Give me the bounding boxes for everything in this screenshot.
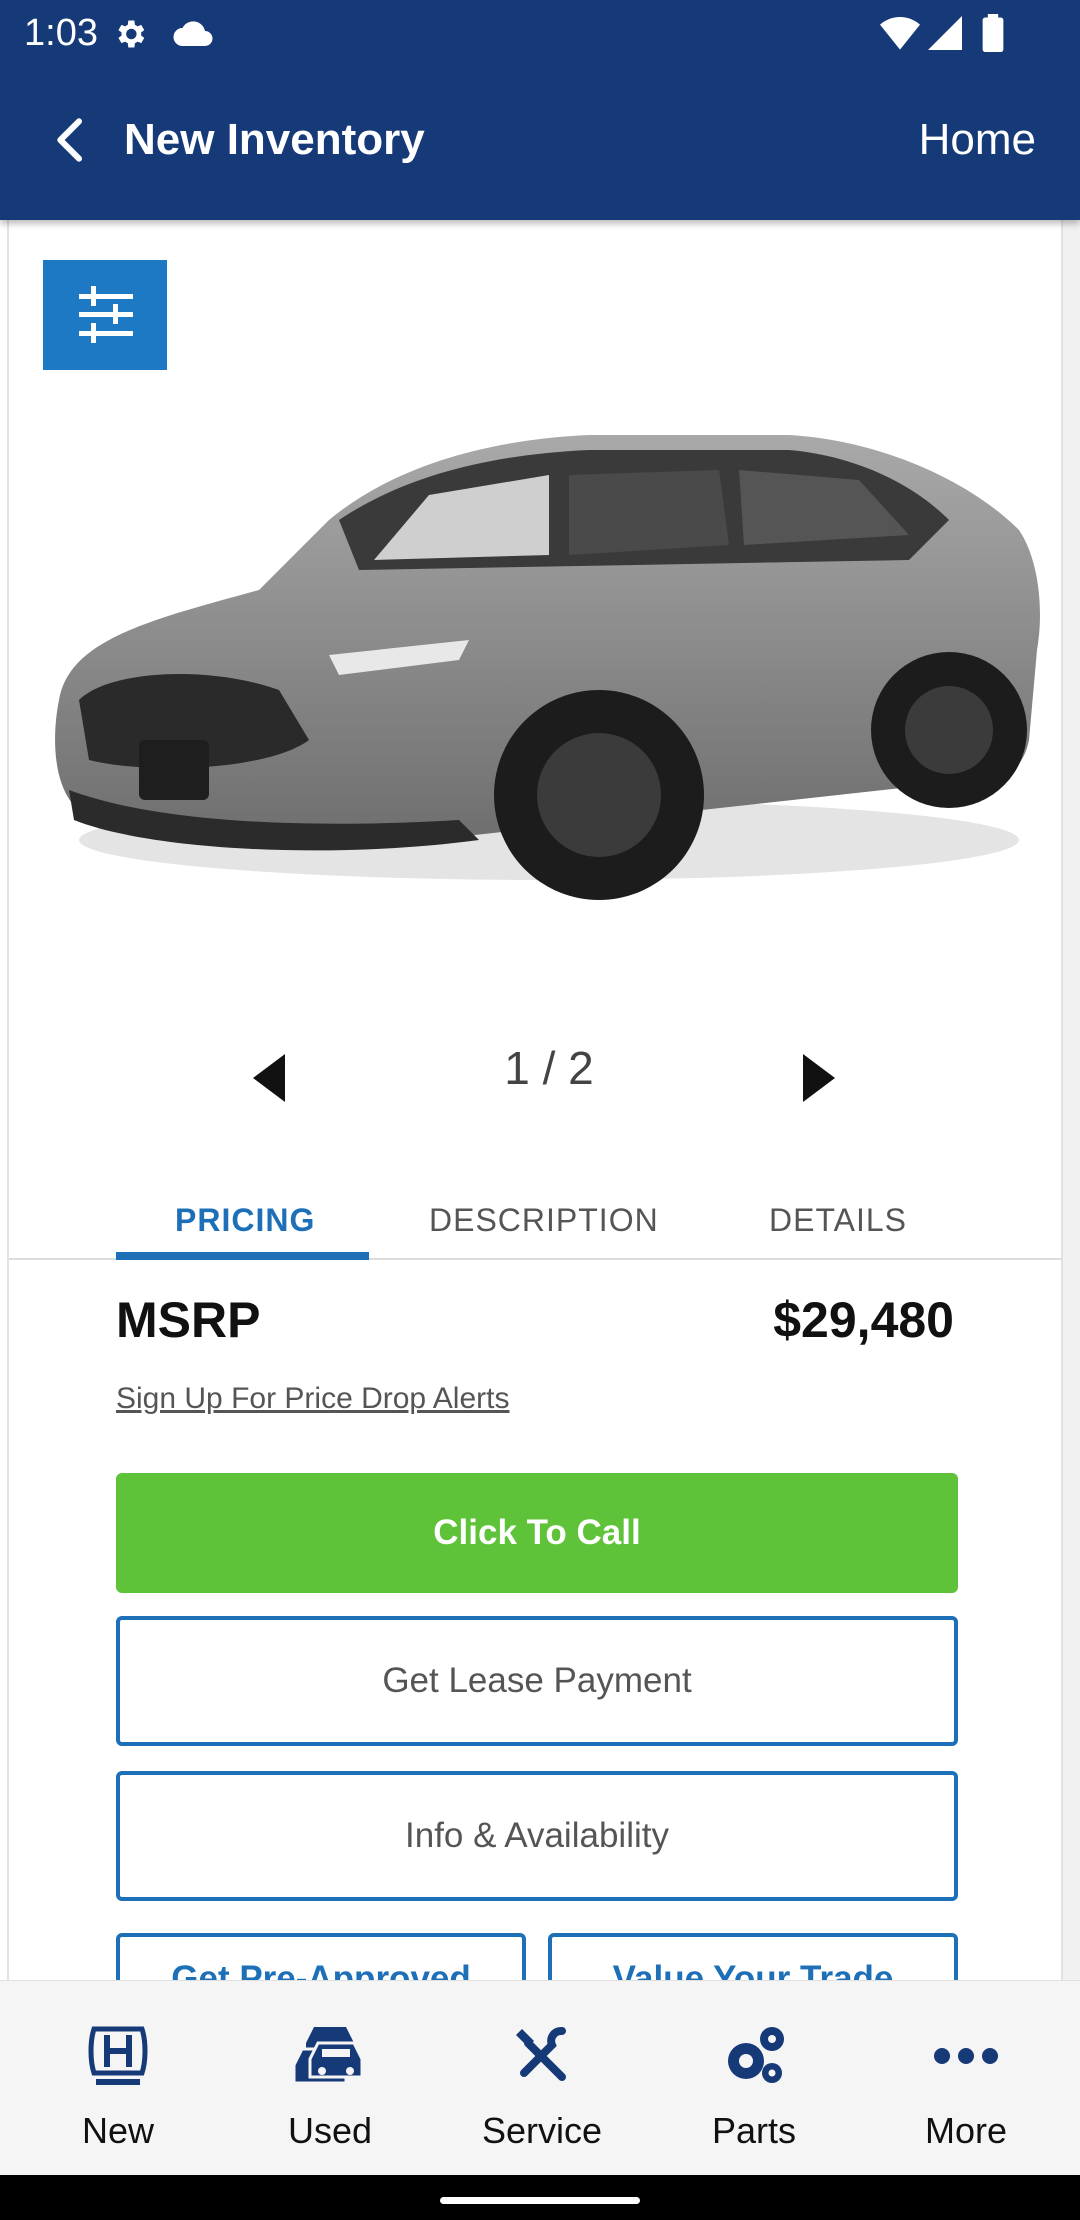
nav-service[interactable]: Service [434,1981,650,2176]
nav-label-new: New [81,2110,155,2151]
nav-label-parts: Parts [711,2110,797,2151]
tab-bar: PRICING DESCRIPTION DETAILS [9,1180,1061,1260]
bottom-navigation: New Used Service Parts More [0,1980,1080,2175]
previous-image-icon[interactable] [249,1050,289,1106]
settings-gear-icon [118,20,145,48]
price-drop-alert-link[interactable]: Sign Up For Price Drop Alerts [116,1380,509,1418]
pre-approved-button[interactable]: Get Pre-Approved [116,1933,526,1980]
click-to-call-button[interactable]: Click To Call [116,1473,958,1593]
signal-icon [928,16,962,50]
next-image-icon[interactable] [799,1050,839,1106]
nav-more[interactable]: More [858,1981,1074,2176]
more-dots-icon [934,2048,998,2064]
page-title: New Inventory [124,115,425,164]
cloud-icon [173,21,213,46]
msrp-label: MSRP [116,1292,261,1348]
tab-description[interactable]: DESCRIPTION [429,1200,659,1240]
scroll-edge [1063,220,1080,1980]
back-arrow-icon[interactable] [44,112,100,168]
cars-icon [292,2027,364,2085]
active-tab-indicator [116,1252,369,1260]
value-trade-button[interactable]: Value Your Trade [548,1933,958,1980]
vehicle-card: 1 / 2 PRICING DESCRIPTION DETAILS MSRP $… [7,220,1063,1980]
sliders-icon [79,286,133,343]
nav-label-more: More [924,2110,1008,2151]
info-availability-button[interactable]: Info & Availability [116,1771,958,1901]
vehicle-photo[interactable] [29,320,1049,1080]
nav-new[interactable]: New [10,1981,226,2176]
tab-details[interactable]: DETAILS [769,1200,907,1240]
battery-icon [982,14,1004,52]
gesture-bar [0,2175,1080,2220]
home-gesture-handle[interactable] [440,2197,640,2204]
filter-button[interactable] [43,260,167,370]
nav-label-service: Service [481,2110,603,2151]
wifi-icon [880,17,920,50]
status-time: 1:03 [24,12,98,54]
image-counter: 1 / 2 [504,1042,594,1094]
nav-label-used: Used [287,2110,373,2151]
tools-icon [516,2027,566,2081]
tab-pricing[interactable]: PRICING [175,1200,315,1240]
msrp-value: $29,480 [773,1292,954,1348]
nav-used[interactable]: Used [222,1981,438,2176]
app-bar: New Inventory Home [0,66,1080,220]
lease-payment-button[interactable]: Get Lease Payment [116,1616,958,1746]
status-bar: 1:03 [0,0,1080,66]
home-link[interactable]: Home [919,114,1036,166]
honda-logo-icon [88,2026,148,2085]
nav-parts[interactable]: Parts [646,1981,862,2176]
gears-icon [728,2027,784,2083]
